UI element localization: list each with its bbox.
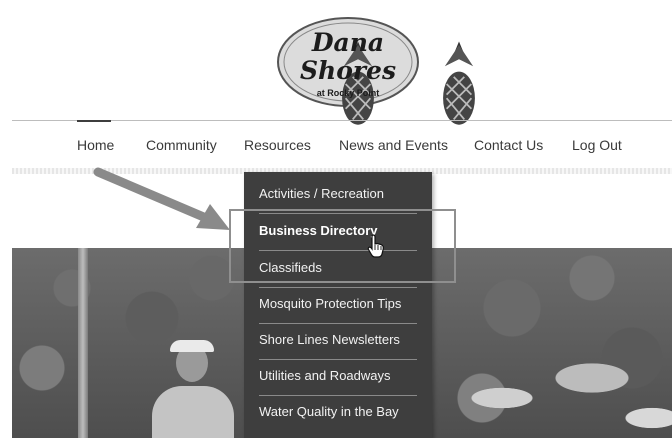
logo-title-line1: Dana (311, 28, 385, 57)
dropdown-item-utilities-and-roadways[interactable]: Utilities and Roadways (244, 359, 432, 395)
dropdown-item-label: Activities / Recreation (259, 186, 384, 201)
callout-highlight-box (229, 209, 456, 283)
hero-runner-body (152, 386, 234, 438)
nav-item-resources[interactable]: Resources (244, 137, 311, 153)
nav-item-home[interactable]: Home (77, 137, 114, 153)
nav-item-community[interactable]: Community (146, 137, 217, 153)
dropdown-item-shore-lines-newsletters[interactable]: Shore Lines Newsletters (244, 323, 432, 359)
nav-item-contact-us[interactable]: Contact Us (474, 137, 543, 153)
dropdown-item-label: Utilities and Roadways (259, 368, 391, 383)
hero-runner-visor (170, 340, 214, 352)
logo-subtitle: at Rocky Point (316, 88, 380, 98)
nav-item-log-out[interactable]: Log Out (572, 137, 622, 153)
main-nav: Home Community Resources News and Events… (0, 128, 672, 164)
dropdown-item-label: Water Quality in the Bay (259, 404, 399, 419)
dropdown-item-water-quality-in-the-bay[interactable]: Water Quality in the Bay (244, 395, 432, 431)
site-logo[interactable]: Dana Shores at Rocky Point (276, 16, 475, 125)
dropdown-item-label: Mosquito Protection Tips (259, 296, 402, 311)
pointer-hand-icon (367, 234, 384, 258)
dropdown-item-mosquito-protection-tips[interactable]: Mosquito Protection Tips (244, 287, 432, 323)
nav-item-news-and-events[interactable]: News and Events (339, 137, 448, 153)
nav-active-indicator (77, 120, 111, 122)
logo-title-line2: Shores (299, 56, 397, 85)
dropdown-item-label: Shore Lines Newsletters (259, 332, 400, 347)
nav-top-border (12, 120, 672, 121)
hero-flowers (442, 338, 672, 438)
hero-pole (78, 248, 88, 438)
dropdown-item-activities-recreation[interactable]: Activities / Recreation (244, 177, 432, 213)
